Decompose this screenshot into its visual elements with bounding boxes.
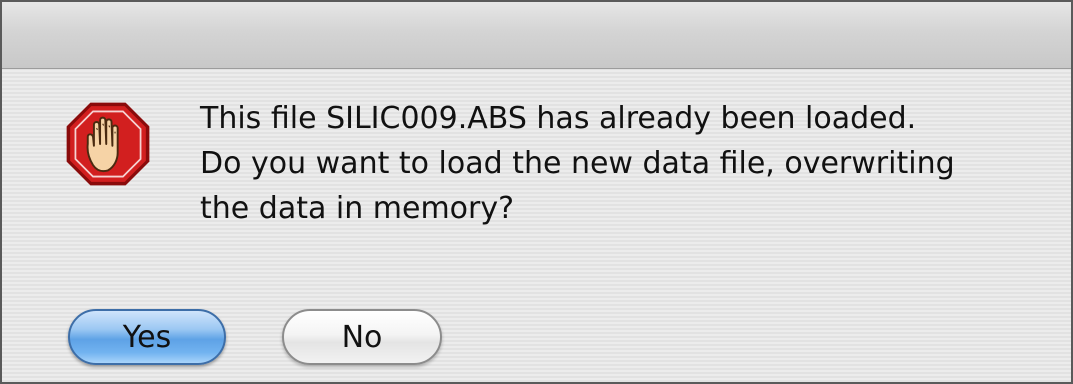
stop-hand-icon bbox=[66, 102, 150, 186]
yes-button[interactable]: Yes bbox=[68, 309, 226, 365]
dialog-titlebar[interactable] bbox=[2, 2, 1071, 69]
message-line-2: Do you want to load the new data file, o… bbox=[200, 146, 955, 181]
alert-message: This file SILIC009.ABS has already been … bbox=[200, 96, 1060, 231]
alert-dialog: This file SILIC009.ABS has already been … bbox=[0, 0, 1073, 384]
message-line-1: This file SILIC009.ABS has already been … bbox=[200, 101, 917, 136]
message-line-3: the data in memory? bbox=[200, 191, 515, 226]
no-button[interactable]: No bbox=[282, 309, 442, 365]
